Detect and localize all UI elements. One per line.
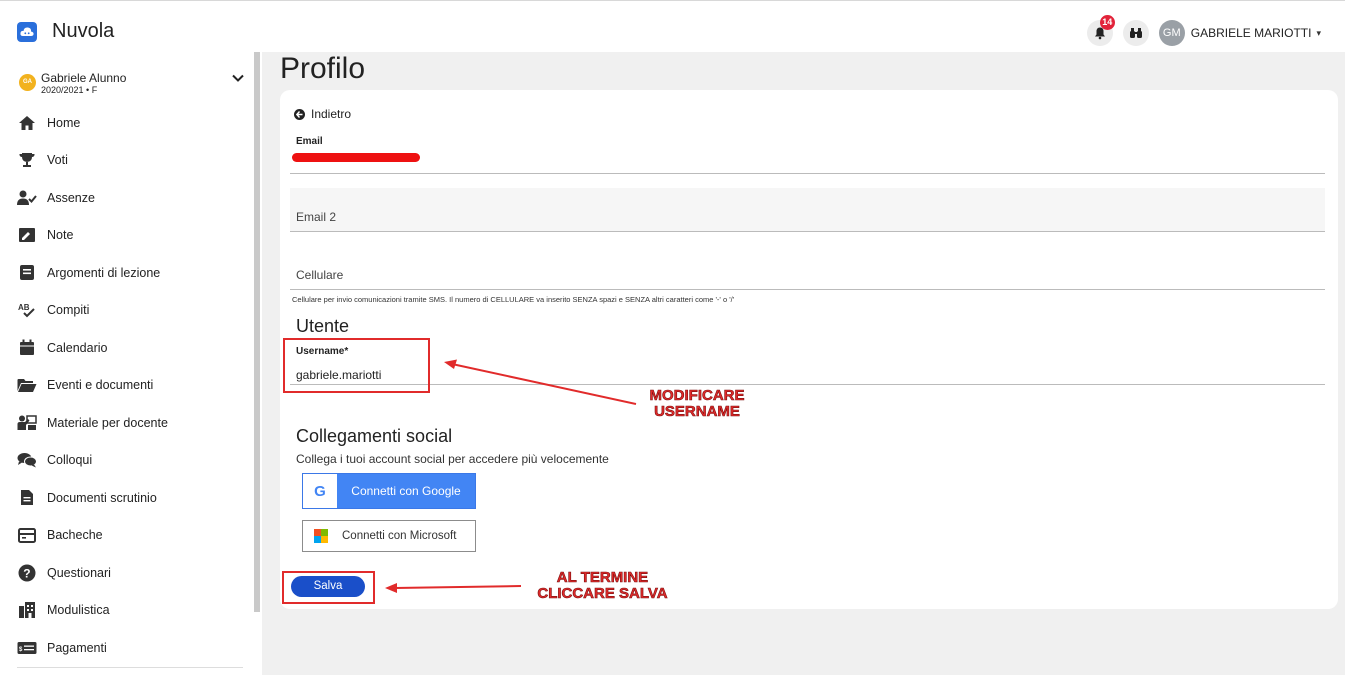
document-icon <box>17 489 37 507</box>
user-menu-caret-icon[interactable]: ▾ <box>1316 28 1321 39</box>
app-name[interactable]: Nuvola <box>52 20 114 43</box>
sidebar-item-label: Pagamenti <box>47 640 107 655</box>
sidebar-item-label: Documenti scrutinio <box>47 490 157 505</box>
sidebar-item-note[interactable]: Note <box>17 217 247 255</box>
profile-card: Indietro Email Email 2 Cellulare Cellula… <box>280 90 1338 609</box>
microsoft-logo-icon <box>314 529 328 543</box>
sidebar-item-assenze[interactable]: Assenze <box>17 179 247 217</box>
connect-microsoft-label: Connetti con Microsoft <box>342 530 457 542</box>
sidebar-item-label: Note <box>47 228 74 243</box>
social-description: Collega i tuoi account social per accede… <box>296 452 609 466</box>
search-button[interactable] <box>1122 20 1149 46</box>
calendar-icon <box>17 339 37 357</box>
board-icon <box>17 526 37 544</box>
sidebar-item-documenti-scrutinio[interactable]: Documenti scrutinio <box>17 479 247 517</box>
save-annotation: AL TERMINE CLICCARE SALVA <box>520 569 685 602</box>
sidebar-item-home[interactable]: Home <box>17 104 247 142</box>
sidebar-item-label: Bacheche <box>47 528 103 543</box>
social-section-title: Collegamenti social <box>296 426 453 446</box>
sidebar-item-eventi[interactable]: Eventi e documenti <box>17 367 247 405</box>
user-avatar[interactable]: GM <box>1158 20 1185 46</box>
cellulare-label: Cellulare <box>296 268 344 282</box>
student-year: 2020/2021 • F <box>41 85 98 95</box>
user-name-menu[interactable]: GABRIELE MARIOTTI <box>1191 26 1312 40</box>
sidebar: GA Gabriele Alunno 2020/2021 • F Home Vo… <box>0 52 262 675</box>
folder-icon <box>17 376 37 394</box>
sidebar-item-label: Voti <box>47 153 68 168</box>
sidebar-item-label: Assenze <box>47 190 95 205</box>
binoculars-icon <box>1129 28 1142 38</box>
save-annotation-line2: CLICCARE SALVA <box>537 585 668 602</box>
email-label: Email <box>296 136 323 147</box>
sidebar-item-label: Questionari <box>47 565 111 580</box>
username-highlight-box <box>283 338 430 393</box>
sidebar-item-label: Modulistica <box>47 603 110 618</box>
notifications-button[interactable]: 14 <box>1086 15 1115 46</box>
sidebar-divider <box>17 667 243 668</box>
sidebar-item-pagamenti[interactable]: $ Pagamenti <box>17 629 247 667</box>
sidebar-item-questionari[interactable]: ? Questionari <box>17 554 247 592</box>
sidebar-item-bacheche[interactable]: Bacheche <box>17 517 247 555</box>
cellulare-field[interactable]: Cellulare <box>290 246 1325 290</box>
cellulare-hint: Cellulare per invio comunicazioni tramit… <box>292 295 735 304</box>
sidebar-item-label: Calendario <box>47 340 108 355</box>
sidebar-nav: Home Voti Assenze Note Argomenti di lezi… <box>17 104 247 667</box>
sidebar-item-compiti[interactable]: AB Compiti <box>17 292 247 330</box>
arrow-left-circle-icon <box>294 108 305 120</box>
save-annotation-line1: AL TERMINE <box>556 569 649 586</box>
user-check-icon <box>17 189 37 207</box>
chat-icon <box>17 451 37 469</box>
google-logo-icon: G <box>303 474 337 508</box>
sidebar-item-label: Eventi e documenti <box>47 378 154 393</box>
sidebar-item-label: Home <box>47 115 81 130</box>
sidebar-item-argomenti[interactable]: Argomenti di lezione <box>17 254 247 292</box>
username-annotation-line1: MODIFICARE <box>649 387 745 404</box>
svg-text:AB: AB <box>18 303 30 312</box>
trophy-icon <box>17 151 37 169</box>
sidebar-item-modulistica[interactable]: Modulistica <box>17 592 247 630</box>
student-avatar: GA <box>19 74 36 91</box>
username-annotation-line2: USERNAME <box>654 403 740 420</box>
book-icon <box>17 264 37 282</box>
sidebar-item-materiale[interactable]: Materiale per docente <box>17 404 247 442</box>
connect-microsoft-button[interactable]: Connetti con Microsoft <box>302 520 476 552</box>
forms-icon <box>17 601 37 619</box>
username-annotation: MODIFICARE USERNAME <box>612 387 782 420</box>
spellcheck-icon: AB <box>17 301 37 319</box>
connect-google-label: Connetti con Google <box>351 484 461 498</box>
home-icon <box>17 114 37 132</box>
email-field[interactable] <box>290 173 1325 174</box>
username-arrow-icon <box>444 359 637 405</box>
page-title: Profilo <box>280 52 366 85</box>
top-right-actions: 14 GM GABRIELE MARIOTTI ▾ <box>1086 15 1321 48</box>
connect-google-button[interactable]: G Connetti con Google <box>302 473 476 509</box>
sidebar-item-label: Compiti <box>47 303 90 318</box>
email2-field[interactable]: Email 2 <box>290 188 1325 232</box>
sidebar-item-label: Colloqui <box>47 453 93 468</box>
sidebar-scrollbar[interactable] <box>254 52 260 612</box>
student-selector[interactable]: GA Gabriele Alunno 2020/2021 • F <box>19 68 244 100</box>
sidebar-item-colloqui[interactable]: Colloqui <box>17 442 247 480</box>
sidebar-item-label: Argomenti di lezione <box>47 265 161 280</box>
back-label: Indietro <box>311 107 352 121</box>
email2-label: Email 2 <box>296 210 337 224</box>
email-redaction <box>292 153 420 162</box>
top-bar: Nuvola 14 GM GABRIELE MARIOTTI ▾ <box>0 0 1345 52</box>
nuvola-logo-icon[interactable] <box>17 22 37 42</box>
note-icon <box>17 226 37 244</box>
question-icon: ? <box>17 564 37 582</box>
save-arrow-icon <box>385 583 522 593</box>
back-link[interactable]: Indietro <box>294 107 351 121</box>
utente-section-title: Utente <box>296 316 350 336</box>
svg-text:?: ? <box>23 566 30 580</box>
notification-count-badge: 14 <box>1099 15 1115 30</box>
chevron-down-icon[interactable] <box>232 74 244 82</box>
student-name: Gabriele Alunno <box>41 71 127 85</box>
sidebar-item-voti[interactable]: Voti <box>17 142 247 180</box>
teacher-icon <box>17 414 37 432</box>
sidebar-item-label: Materiale per docente <box>47 415 168 430</box>
sidebar-item-calendario[interactable]: Calendario <box>17 329 247 367</box>
payment-icon: $ <box>17 639 37 657</box>
save-highlight-box <box>282 571 375 604</box>
